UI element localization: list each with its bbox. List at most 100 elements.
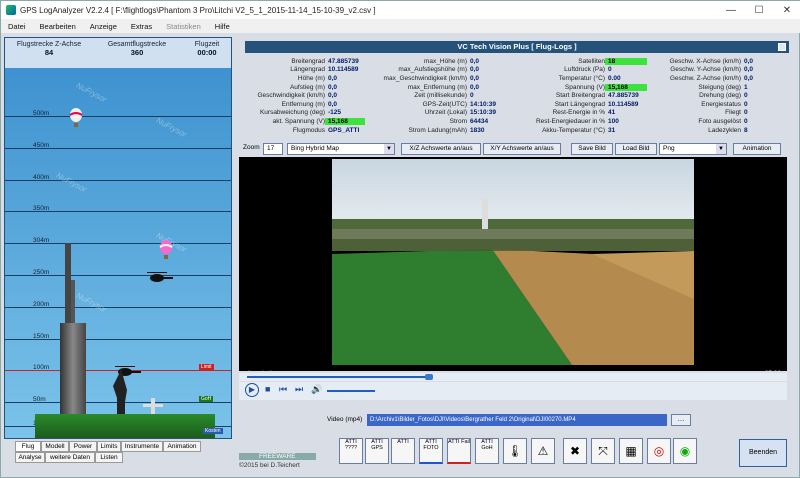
video-label: Video (mp4) (327, 416, 363, 423)
volume-slider[interactable] (327, 390, 375, 392)
toolbar-label: ATTI ???? (344, 439, 358, 451)
watermark: NuFrysor (74, 80, 109, 105)
xz-toggle-button[interactable]: X/Z Achswerte an/aus (401, 143, 481, 155)
field-value: 0,0 (328, 83, 338, 91)
zoom-stepper[interactable]: 17 (263, 143, 283, 155)
logs-header: VC Tech Vision Plus [ Flug-Logs ] (245, 41, 789, 53)
menu-anzeige[interactable]: Anzeige (83, 22, 124, 31)
field-value: -125 (328, 109, 342, 117)
grid-icon[interactable]: ▦ (619, 438, 643, 464)
field-label: Luftdruck (Pa) (564, 66, 605, 74)
chevron-down-icon: ▼ (384, 144, 394, 154)
play-icon[interactable]: ▶ (245, 383, 259, 397)
tab-analyse[interactable]: Analyse (15, 452, 45, 463)
tab-limits[interactable]: Limits (97, 441, 121, 452)
minimize-icon[interactable]: — (717, 1, 745, 19)
field-value: 10.114589 (608, 100, 639, 108)
field-value: 15:10:39 (470, 109, 497, 117)
field-value: 0 (470, 92, 474, 100)
ground-graphic (35, 414, 215, 438)
tab-power[interactable]: Power (69, 441, 97, 452)
atti-goh-button[interactable]: ATTI GoH (475, 438, 499, 464)
field-value: 0,0 (744, 66, 754, 74)
tab-listen[interactable]: Listen (95, 452, 123, 463)
field-label: max_Höhe (m) (424, 57, 467, 65)
stop-icon[interactable]: ■ (265, 384, 270, 394)
menu-statistiken[interactable]: Statistiken (159, 22, 208, 31)
field-label: Höhe (m) (297, 74, 325, 82)
radar-icon[interactable]: ◉ (673, 438, 697, 464)
panel-toggle-button[interactable] (778, 43, 786, 51)
xy-toggle-button[interactable]: X/Y Achswerte an/aus (483, 143, 561, 155)
exit-button[interactable]: Beenden (739, 439, 787, 467)
data-col-4: Geschw. X-Achse (km/h) 0,0 Geschw. Y-Achs… (651, 57, 753, 134)
helicopter-icon (147, 272, 173, 282)
atti-unknown-button[interactable]: ATTI ???? (339, 438, 363, 464)
thermometer-icon[interactable]: 🌡 (503, 438, 527, 464)
field-value: 1 (744, 83, 748, 91)
chevron-down-icon: ▼ (716, 144, 726, 154)
warning-icon[interactable]: ⚠ (531, 438, 555, 464)
tab-instrumente[interactable]: Instrumente (121, 441, 163, 452)
next-icon[interactable]: ⏭ (295, 384, 303, 395)
field-value: 41 (608, 109, 616, 117)
field-value: 0,0 (470, 83, 480, 91)
map-type-value: Bing Hybrid Map (291, 145, 340, 152)
player-controls: ▶ ■ ⏮ ⏭ 🔊 (239, 382, 787, 400)
volume-icon[interactable]: 🔊 (311, 384, 322, 395)
load-image-button[interactable]: Load Bild (615, 143, 657, 155)
field-label: Drehung (deg) (699, 92, 741, 100)
menu-bearbeiten[interactable]: Bearbeiten (33, 22, 83, 31)
field-label: Uhrzeit (Lokal) (424, 109, 467, 117)
field-value: 15,168 (605, 83, 647, 91)
format-select[interactable]: Png ▼ (659, 143, 727, 155)
field-label: Steigung (deg) (698, 83, 741, 91)
field-label: Zeit (millisekunde) (414, 92, 467, 100)
toolbar-label: ATTI GoH (481, 439, 493, 451)
route-icon[interactable]: ⤧ (591, 438, 615, 464)
atti-button[interactable]: ATTI (391, 438, 415, 464)
menu-datei[interactable]: Datei (1, 22, 33, 31)
goh-marker: GoH (199, 396, 214, 402)
toolbar-label: ATTI (397, 439, 409, 445)
limit-marker: Limit (199, 364, 214, 370)
maximize-icon[interactable]: ☐ (745, 1, 773, 19)
animation-button[interactable]: Animation (733, 143, 781, 155)
prev-icon[interactable]: ⏮ (279, 384, 287, 395)
total-distance-value: 360 (130, 48, 144, 57)
save-image-button[interactable]: Save Bild (571, 143, 613, 155)
field-label: Satelliten (578, 57, 605, 65)
field-label: Rest-Energiedauer in % (535, 117, 605, 125)
video-player[interactable]: Angehalten 05:06 (239, 157, 787, 377)
field-value: 18 (605, 57, 647, 65)
field-value: 0,0 (328, 74, 338, 82)
delete-waypoints-icon[interactable]: ✖ (563, 438, 587, 464)
menu-hilfe[interactable]: Hilfe (208, 22, 237, 31)
browse-button[interactable]: … (671, 414, 691, 426)
atti-foto-button[interactable]: ATTI FOTO (419, 438, 443, 464)
tab-animation[interactable]: Animation (163, 441, 201, 452)
alt-label: 350m (33, 205, 50, 212)
field-label: Geschw. Z-Achse (km/h) (669, 74, 741, 82)
menu-extras[interactable]: Extras (124, 22, 159, 31)
video-path-field[interactable]: D:\Archiv1\Bilder_Fotos\DJI\Videos\Bergr… (367, 414, 667, 426)
aerial-footage-image (332, 159, 694, 365)
alt-label: 400m (33, 174, 50, 181)
map-type-select[interactable]: Bing Hybrid Map ▼ (287, 143, 395, 155)
tab-modell[interactable]: Modell (41, 441, 69, 452)
altitude-panel: Flugstrecke Z-Achse 84 Gesamtflugstrecke… (4, 37, 232, 439)
tab-flug[interactable]: Flug (15, 441, 41, 452)
field-label: Ladezyklen (708, 126, 741, 134)
field-label: Spannung (V) (564, 83, 605, 91)
field-value: 0 (608, 66, 612, 74)
atti-fail-button[interactable]: ATTI Fail (447, 438, 471, 464)
close-icon[interactable]: ✕ (773, 1, 800, 19)
seek-handle[interactable] (425, 374, 433, 380)
atti-gps-button[interactable]: ATTI GPS (365, 438, 389, 464)
zoom-label: Zoom (243, 144, 260, 151)
map-controls: Zoom 17 Bing Hybrid Map ▼ X/Z Achswerte a… (241, 143, 793, 155)
target-icon[interactable]: ◎ (647, 438, 671, 464)
seek-bar[interactable] (239, 373, 787, 381)
tab-weitere-daten[interactable]: weitere Daten (45, 452, 95, 463)
field-label: Geschw. Y-Achse (km/h) (670, 66, 741, 74)
